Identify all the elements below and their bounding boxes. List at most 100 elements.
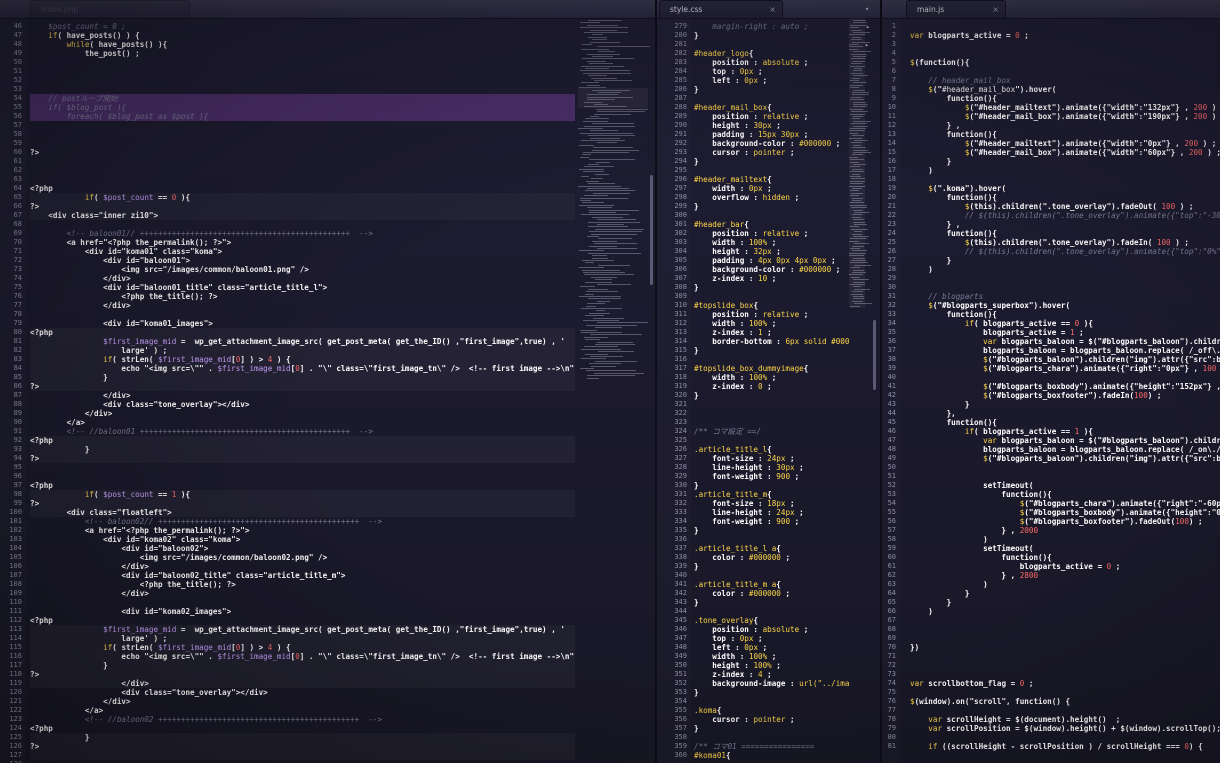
code-line: $("#header_mail_box").animate({"width":"… [964,148,1220,157]
minimap[interactable] [849,18,872,763]
code-line: function(){ [910,193,997,202]
minimap-line [596,322,648,324]
minimap-line [589,159,636,161]
code-area[interactable]: margin-right : auto ;} #header_logo{ posi… [694,18,850,763]
minimap-line [578,204,614,206]
line-number: 77 [13,301,22,309]
line-number: 5 [891,58,896,66]
code-line: } [30,733,90,742]
line-number: 15 [887,148,896,156]
line-number: 112 [9,616,22,624]
minimap-line [595,279,612,281]
minimap-line [581,269,620,271]
line-number: 301 [674,220,687,228]
line-number: 285 [674,76,687,84]
code-line: if( blogparts_active == 0 ){ [964,319,1093,328]
code-line: if( blogparts_active == 1 ){ [964,427,1093,436]
line-number: 346 [674,625,687,633]
line-number: 283 [674,58,687,66]
code-line: ?> [30,148,40,157]
line-number: 315 [674,346,687,354]
code-area[interactable]: $post_count = 0 ; if( have_posts() ) { w… [30,18,575,763]
code-line: var blogparts_baloon = $("#blogparts_bal… [983,436,1220,445]
close-icon[interactable]: × [769,1,776,19]
scrollbar-thumb[interactable] [650,175,653,285]
minimap-line [589,41,620,43]
minimap-line [586,53,620,55]
line-number: 357 [674,724,687,732]
editor-pane-middle: ▾ ◂ ▸ style.css × ▾ ◂ ▸ 2792802812822832… [657,0,880,763]
minimap-line [587,298,621,300]
minimap-line [586,180,600,182]
line-number: 58 [13,130,22,138]
line-number: 332 [674,499,687,507]
line-number: 36 [887,337,896,345]
close-icon[interactable]: × [992,1,999,19]
line-shade [30,328,575,337]
line-number: 328 [674,463,687,471]
minimap-line [592,147,633,149]
scrollbar-thumb[interactable] [873,320,876,390]
minimap-line [579,27,628,29]
line-number: 114 [9,634,22,642]
minimap-viewport[interactable] [849,18,865,308]
line-number: 316 [674,355,687,363]
code-line: $(function(){ [910,58,970,67]
line-number: 38 [887,355,896,363]
minimap-line [581,58,635,60]
minimap-line [578,144,594,146]
code-line: <div id="koma02_images"> [30,607,232,616]
line-number: 65 [887,598,896,606]
code-line: <?php [30,184,53,193]
code-line: } [30,661,108,670]
code-line: if( $post_count == 1 ){ [30,490,191,499]
line-number: 69 [887,634,896,642]
line-shade [30,661,575,670]
tab-dropdown-arrows[interactable]: ▾ ◂ ▸ [865,0,880,49]
minimap-line [581,154,592,156]
line-number: 54 [13,94,22,102]
line-number: 1 [891,22,896,30]
line-number: 62 [887,571,896,579]
line-shade [30,733,575,742]
code-line: function(){ [910,553,1052,562]
code-line: <div id="koma01" class="koma"> [30,247,223,256]
code-line: left : 0px ; [694,643,768,652]
line-number: 100 [9,508,22,516]
minimap-line [590,130,619,132]
tab-index-php[interactable]: index.php [30,0,190,18]
tab-label: main.js [917,5,945,14]
code-area[interactable]: var blogparts_active = 0 ; $(function(){ … [910,18,1220,763]
line-number: 17 [887,166,896,174]
minimap[interactable] [578,18,650,763]
line-number: 94 [13,454,22,462]
minimap-line [591,149,640,151]
minimap-line [590,77,617,79]
line-number: 50 [887,463,896,471]
line-number: 51 [887,472,896,480]
minimap-line [598,51,615,53]
line-number: 22 [887,211,896,219]
code-line: position : relative ; [694,310,809,319]
code-line: ?> [30,454,40,463]
line-number: 338 [674,553,687,561]
line-number-gutter: 1 2 3 4 5 6 7 8 9 10 11 12 13 14 15 16 17 18 19 20 21 22 23 24 2… [882,18,900,763]
code-line: <?php [30,616,53,625]
minimap-line [591,233,638,235]
minimap-viewport[interactable] [578,88,648,108]
code-line: foreach( $blog_post as $post ){ [30,112,209,121]
minimap-line [579,156,589,158]
line-number: 66 [887,607,896,615]
line-number: 68 [13,220,22,228]
minimap-line [580,48,609,50]
line-number: 333 [674,508,687,516]
line-number: 50 [13,58,22,66]
line-number: 76 [13,292,22,300]
tab-style-css[interactable]: style.css × [659,0,783,18]
code-line: $(window).on("scroll", function() { [910,697,1071,706]
line-number: 70 [13,238,22,246]
code-line: <div id="koma02" class="koma"> [30,535,241,544]
minimap-line [580,348,622,350]
code-line: $("#blogparts_chara").animate({"right":"… [983,364,1217,373]
tab-main-js[interactable]: main.js × [906,0,1006,18]
